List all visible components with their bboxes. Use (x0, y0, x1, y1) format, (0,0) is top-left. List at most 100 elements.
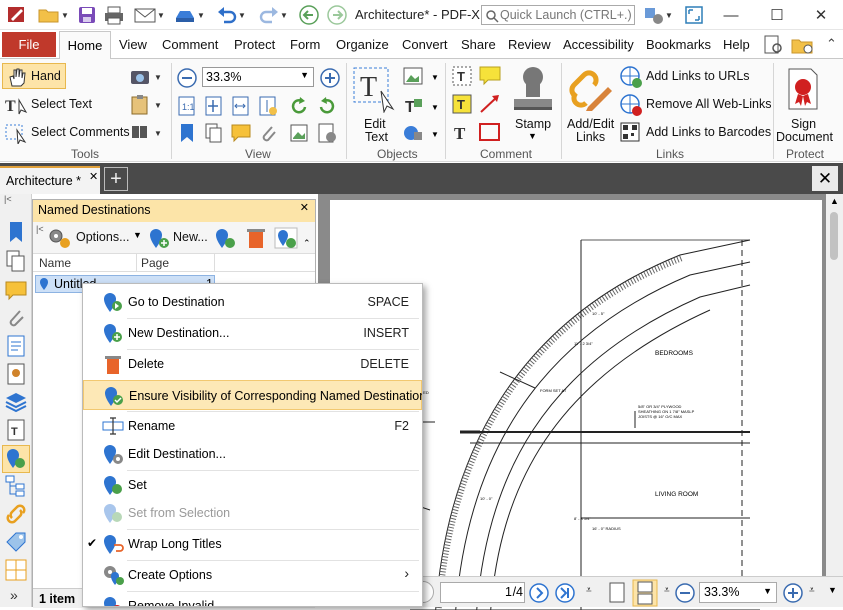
zoom-out-icon[interactable] (176, 67, 198, 89)
chevron-down-icon[interactable]: ▼ (133, 230, 142, 240)
fullscreen-icon[interactable] (682, 4, 706, 26)
rectangle-icon[interactable] (478, 121, 502, 143)
bookmarks-panel-icon[interactable] (4, 220, 28, 244)
redo-icon[interactable]: ▼ (254, 4, 292, 26)
attachments-side-icon[interactable] (4, 306, 28, 330)
column-page-header[interactable]: Page (141, 256, 169, 270)
stamp-icon[interactable] (510, 65, 556, 115)
text-box-icon[interactable]: T (451, 93, 473, 115)
scroll-down-icon[interactable]: ▼ (828, 585, 837, 595)
collapse-ribbon-icon[interactable]: ⌃ (826, 36, 837, 52)
add-links-urls-button[interactable]: Add Links to URLs (646, 69, 750, 83)
close-document-button[interactable]: ✕ (812, 166, 838, 191)
menu-item-rename[interactable]: Rename F2 (83, 411, 422, 441)
find-document-icon[interactable] (762, 34, 786, 56)
file-tab[interactable]: File (2, 32, 56, 57)
named-destinations-tab[interactable] (2, 445, 30, 473)
zoom-in-icon[interactable] (319, 67, 341, 89)
collapse-up-icon[interactable]: ⌃ (303, 238, 311, 249)
tab-form[interactable]: Form (290, 37, 320, 52)
links-side-icon[interactable] (4, 502, 28, 526)
stamp-label[interactable]: Stamp (515, 117, 551, 131)
tab-organize[interactable]: Organize (336, 37, 389, 52)
close-window-button[interactable]: ✕ (798, 0, 843, 30)
last-page-icon[interactable] (554, 582, 576, 604)
more-zoom-icon[interactable]: ⩡ (809, 585, 815, 596)
tab-bookmarks[interactable]: Bookmarks (646, 37, 711, 52)
save-icon[interactable] (76, 4, 98, 26)
collapse-icon[interactable]: |< (36, 224, 44, 234)
layers-icon[interactable] (4, 390, 28, 414)
zoom-select[interactable]: 33.3% ▼ (202, 67, 314, 87)
properties-icon[interactable] (316, 122, 338, 144)
compare-icon[interactable] (4, 558, 28, 582)
tab-convert[interactable]: Convert (402, 37, 448, 52)
comments-side-icon[interactable] (4, 278, 28, 302)
fit-visible-icon[interactable] (257, 95, 279, 117)
tab-help[interactable]: Help (723, 37, 750, 52)
scroll-up-icon[interactable]: ▲ (830, 196, 839, 206)
destinations-doc-icon[interactable] (4, 362, 28, 386)
close-panel-icon[interactable]: ✕ (300, 201, 309, 214)
actual-size-icon[interactable]: 1:1 (176, 95, 198, 117)
quick-launch-input[interactable]: Quick Launch (CTRL+.) (481, 5, 635, 25)
more-panels-icon[interactable]: » (4, 582, 28, 606)
add-shape-icon[interactable]: T ▼ (402, 95, 442, 119)
menu-item-new-destination[interactable]: New Destination... INSERT (83, 318, 422, 348)
tab-review[interactable]: Review (508, 37, 551, 52)
image-panel-icon[interactable] (288, 122, 310, 144)
delete-icon[interactable] (245, 226, 267, 250)
edit-text-icon[interactable]: T (351, 65, 397, 113)
zoom-nav-select[interactable]: 33.3% ▼ (699, 582, 777, 603)
structure-icon[interactable] (4, 474, 28, 498)
open-folder-icon[interactable]: ▼ (34, 4, 72, 26)
ensure-visibility-icon[interactable] (273, 226, 299, 250)
menu-item-create-options[interactable]: Create Options › (83, 560, 422, 590)
back-icon[interactable] (297, 4, 321, 26)
zoom-in-nav-icon[interactable] (782, 582, 804, 604)
remove-web-links-button[interactable]: Remove All Web-Links (646, 97, 772, 111)
comments-panel-icon[interactable] (230, 122, 252, 144)
zoom-out-nav-icon[interactable] (674, 582, 696, 604)
menu-item-edit-destination[interactable]: Edit Destination... (83, 439, 422, 469)
single-page-icon[interactable] (606, 581, 628, 605)
typewriter-icon[interactable]: T (451, 65, 473, 87)
tab-comment[interactable]: Comment (162, 37, 218, 52)
content-icon[interactable]: T (4, 418, 28, 442)
sign-document-icon[interactable] (786, 67, 820, 111)
stamp-dropdown-icon[interactable]: ▼ (528, 131, 537, 141)
add-object-icon[interactable]: ▼ (402, 122, 442, 146)
customize-icon[interactable]: ▼ (640, 4, 676, 26)
tab-protect[interactable]: Protect (234, 37, 275, 52)
find-icon[interactable]: ▼ (130, 122, 164, 144)
options-button[interactable]: Options... (76, 230, 130, 244)
menu-item-wrap-long-titles[interactable]: ✔ Wrap Long Titles (83, 529, 422, 559)
tab-share[interactable]: Share (461, 37, 496, 52)
pages-icon[interactable] (203, 122, 225, 144)
clipboard-icon[interactable]: ▼ (130, 94, 164, 116)
collapse-sidebar-icon[interactable]: |< (4, 194, 28, 206)
tab-accessibility[interactable]: Accessibility (563, 37, 634, 52)
add-tab-button[interactable]: + (104, 167, 128, 191)
forward-icon[interactable] (325, 4, 349, 26)
more-nav-icon[interactable]: ⩡ (586, 585, 592, 596)
add-image-icon[interactable]: ▼ (402, 65, 442, 89)
minimize-button[interactable]: — (708, 0, 754, 30)
tab-home[interactable]: Home (59, 31, 111, 59)
continuous-page-icon[interactable] (632, 579, 658, 607)
menu-item-ensure-visibility[interactable]: Ensure Visibility of Corresponding Named… (83, 380, 422, 410)
document-tab[interactable]: Architecture * ✕ (0, 166, 100, 194)
rotate-right-icon[interactable] (316, 95, 338, 117)
email-icon[interactable]: ▼ (130, 4, 168, 26)
menu-item-go-to-destination[interactable]: Go to Destination SPACE (83, 287, 422, 317)
scroll-thumb[interactable] (830, 212, 838, 260)
tags-icon[interactable] (4, 530, 28, 554)
menu-item-delete[interactable]: Delete DELETE (83, 349, 422, 379)
layers-document-icon[interactable] (4, 334, 28, 358)
attachment-icon[interactable] (257, 122, 279, 144)
typewriter-text-icon[interactable]: T (451, 121, 473, 143)
scan-icon[interactable]: ▼ (170, 4, 208, 26)
tab-view[interactable]: View (119, 37, 147, 52)
fit-width-icon[interactable] (230, 95, 252, 117)
menu-item-set-from-selection[interactable]: Set from Selection (83, 498, 422, 528)
